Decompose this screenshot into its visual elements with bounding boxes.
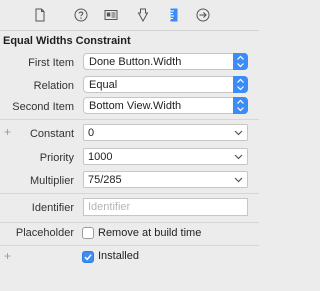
divider [0, 193, 259, 194]
remove-at-build-checkbox[interactable] [82, 227, 94, 239]
relation-label: Relation [33, 80, 74, 92]
help-icon[interactable] [74, 8, 88, 22]
multiplier-combo[interactable]: 75/285 [83, 171, 248, 188]
size-ruler-icon[interactable] [167, 8, 181, 22]
second-item-value: Bottom View.Width [89, 100, 182, 112]
installed-label[interactable]: Installed [98, 250, 139, 262]
first-item-popup[interactable]: Done Button.Width [83, 53, 248, 70]
constant-label: Constant [29, 128, 74, 140]
identifier-field[interactable] [83, 198, 248, 216]
identifier-label: Identifier [31, 202, 74, 214]
priority-value: 1000 [88, 151, 113, 163]
divider [0, 245, 259, 246]
second-item-popup[interactable]: Bottom View.Width [83, 97, 248, 114]
popup-arrows-icon [233, 97, 248, 114]
constant-combo[interactable]: 0 [83, 124, 248, 141]
chevron-down-icon[interactable] [234, 177, 243, 183]
multiplier-label: Multiplier [29, 175, 74, 187]
second-item-label: Second Item [12, 101, 74, 113]
constant-value: 0 [88, 127, 95, 139]
first-item-value: Done Button.Width [89, 56, 182, 68]
divider [0, 222, 259, 223]
identifier-input[interactable] [84, 199, 247, 215]
priority-label: Priority [39, 152, 74, 164]
add-variation-button[interactable]: + [4, 249, 11, 263]
chevron-down-icon[interactable] [234, 130, 243, 136]
priority-combo[interactable]: 1000 [83, 148, 248, 165]
relation-value: Equal [89, 79, 118, 91]
popup-arrows-icon [233, 53, 248, 70]
installed-checkbox[interactable] [82, 251, 94, 263]
checkmark-icon [84, 254, 92, 261]
constraint-title: Equal Widths Constraint [3, 35, 131, 47]
first-item-label: First Item [28, 57, 74, 69]
chevron-down-icon[interactable] [234, 154, 243, 160]
connections-icon[interactable] [196, 8, 210, 22]
remove-at-build-label[interactable]: Remove at build time [98, 227, 201, 239]
placeholder-label: Placeholder [15, 227, 74, 239]
identity-icon[interactable] [104, 8, 118, 22]
attributes-icon[interactable] [136, 8, 150, 22]
multiplier-value: 75/285 [88, 174, 122, 186]
divider [0, 119, 259, 120]
file-icon[interactable] [33, 8, 47, 22]
inspector-toolbar [0, 0, 259, 31]
add-variation-button[interactable]: + [4, 125, 11, 139]
popup-arrows-icon [233, 76, 248, 93]
relation-popup[interactable]: Equal [83, 76, 248, 93]
